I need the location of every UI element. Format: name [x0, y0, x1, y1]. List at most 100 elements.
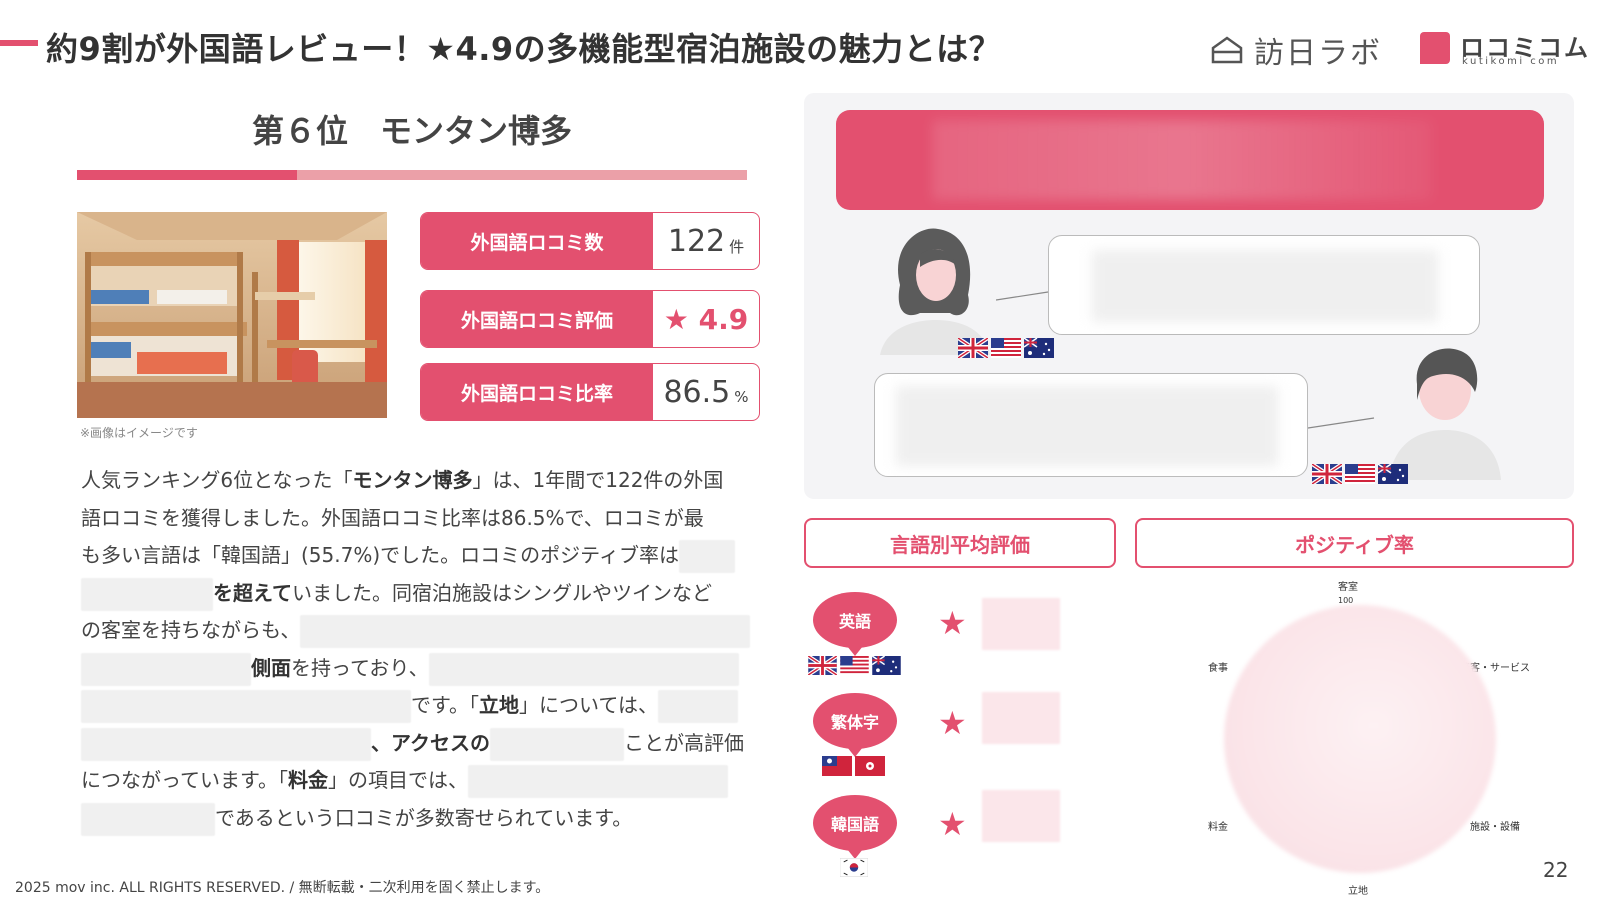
para-text: 」は、1年間で122件の外国 [472, 468, 724, 492]
union-jack-flag-icon [958, 338, 988, 358]
kutikomi-logo-mark [1420, 32, 1450, 64]
redacted-text [658, 690, 738, 723]
para-text: 」については、 [519, 693, 658, 717]
redacted-text [678, 540, 735, 573]
stat-review-rating: 外国語ロコミ評価 ★ 4.9 [420, 290, 760, 348]
australia-flag-icon [872, 656, 901, 675]
korea-flag-icon [840, 858, 868, 877]
redacted-score-traditional-chinese [982, 692, 1060, 744]
union-jack-flag-icon [1312, 464, 1342, 484]
description-paragraph: 人気ランキング6位となった「モンタン博多」は、1年間で122件の外国 語ロコミを… [81, 462, 781, 837]
rank-underline-light [297, 170, 747, 180]
hong-kong-flag-icon [855, 756, 885, 776]
stat-review-count: 外国語ロコミ数 122 件 [420, 212, 760, 270]
stat-number: 122 [667, 223, 726, 259]
radar-label-price: 料金 [1208, 822, 1228, 833]
redacted-text [428, 652, 739, 686]
flags-traditional-chinese [822, 756, 885, 776]
redacted-score-english [982, 598, 1060, 650]
hotel-room-photo [77, 212, 387, 418]
para-text: 」の項目では、 [328, 768, 468, 792]
para-text: です。「 [411, 693, 479, 717]
lang-bubble-korean: 韓国語 [813, 795, 897, 859]
para-text: であるという口コミが多数寄せられています。 [215, 805, 633, 830]
header-accent-bar [0, 40, 38, 46]
redacted-text [81, 727, 371, 761]
para-text: いました。同宿泊施設はシングルやツインなど [292, 580, 712, 605]
stat-unit: 件 [729, 237, 745, 256]
stat-label: 外国語ロコミ比率 [421, 364, 653, 420]
union-jack-flag-icon [808, 656, 837, 675]
radar-label-meal: 食事 [1208, 663, 1228, 674]
para-text: を持っており、 [291, 655, 429, 680]
star-icon: ★ [938, 604, 967, 642]
photo-note: ※画像はイメージです [80, 426, 198, 440]
woman-avatar-icon [880, 228, 990, 355]
page-title: 約9割が外国語レビュー！★4.9の多機能型宿泊施設の魅力とは？ [46, 30, 1002, 68]
rank-underline-dark [77, 170, 297, 180]
para-text: の客室を持ちながらも、 [81, 618, 301, 642]
flags-english [808, 656, 901, 675]
lang-bubble-english: 英語 [813, 592, 897, 656]
stat-value: ★ 4.9 [653, 291, 759, 347]
redacted-radar-chart [1224, 605, 1496, 873]
speech-bubble-1-tail [996, 291, 1049, 301]
star-icon: ★ [938, 704, 967, 742]
para-bold: 、アクセスの [371, 730, 490, 755]
radar-label-room: 客室 [1338, 582, 1358, 593]
house-logo-icon [1211, 36, 1243, 64]
para-bold: モンタン博多 [352, 468, 473, 492]
logo-main-text: 訪日ラボ [1254, 36, 1382, 71]
page-number: 22 [1543, 858, 1569, 882]
australia-flag-icon [1378, 464, 1408, 484]
copyright-footer: 2025 mov inc. ALL RIGHTS RESERVED. / 無断転… [15, 880, 550, 896]
radar-label-facilities: 施設・設備 [1470, 822, 1520, 833]
para-bold: 側面 [251, 655, 291, 680]
flags-english-speaker-1 [958, 338, 1054, 358]
stat-unit: % [734, 388, 749, 406]
star-icon: ★ [938, 805, 967, 843]
para-bold: 料金 [288, 768, 328, 792]
redacted-text [81, 652, 251, 686]
para-text: 語ロコミを獲得しました。外国語ロコミ比率は86.5%で、ロコミが最 [81, 505, 704, 530]
lang-bubble-traditional-chinese: 繁体字 [813, 693, 897, 757]
stat-value: 86.5 % [653, 364, 759, 420]
taiwan-flag-icon [822, 756, 852, 776]
australia-flag-icon [1024, 338, 1054, 358]
stat-label: 外国語ロコミ評価 [421, 291, 653, 347]
rank-title: 第６位 モンタン博多 [251, 112, 572, 150]
redacted-text [490, 727, 624, 761]
radar-label-top-value: 100 [1338, 596, 1354, 605]
houjin-labo-logo: 訪日ラボ [1210, 28, 1382, 72]
redacted-text [81, 802, 215, 836]
stat-review-ratio: 外国語ロコミ比率 86.5 % [420, 363, 760, 421]
stat-number: ★ 4.9 [663, 302, 749, 336]
flags-english-speaker-2 [1312, 464, 1408, 484]
redacted-header-text [932, 120, 1432, 200]
para-text: ことが高評価 [624, 730, 744, 755]
redacted-text [468, 765, 728, 798]
para-text: につながっています。「 [81, 768, 288, 792]
para-text: も多い言語は「韓国語」(55.7%)でした。ロコミのポジティブ率は [81, 543, 679, 567]
redacted-score-korean [982, 790, 1060, 842]
radar-label-location: 立地 [1348, 886, 1368, 897]
us-flag-icon [840, 656, 869, 675]
redacted-text [81, 690, 411, 723]
redacted-text [300, 615, 751, 648]
us-flag-icon [1345, 464, 1375, 484]
para-text: 人気ランキング6位となった「 [81, 468, 353, 492]
us-flag-icon [991, 338, 1021, 358]
stat-value: 122 件 [653, 213, 759, 269]
redacted-review-2 [896, 386, 1278, 466]
speech-bubble-2-tail [1308, 417, 1375, 429]
para-bold: を超えて [213, 580, 292, 605]
kutikomi-logo-subtext: kutikomi com [1462, 56, 1560, 67]
flags-korean [840, 858, 868, 877]
redacted-review-1 [1092, 250, 1438, 322]
section-lang-avg-rating: 言語別平均評価 [804, 518, 1116, 568]
para-bold: 立地 [479, 693, 519, 717]
redacted-text [81, 577, 213, 611]
stat-number: 86.5 [663, 374, 731, 410]
man-avatar-icon [1389, 348, 1501, 480]
section-positive-rate: ポジティブ率 [1135, 518, 1574, 568]
